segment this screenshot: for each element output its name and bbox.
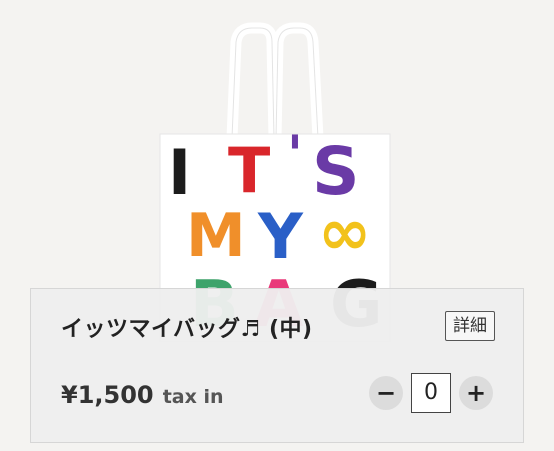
decrement-button[interactable]: − <box>369 376 403 410</box>
bag-handle-right <box>270 22 324 139</box>
letter-apostrophe: ' <box>287 125 303 185</box>
price-row: ¥1,500 tax in <box>61 381 224 409</box>
bag-handle-left <box>226 22 280 139</box>
increment-button[interactable]: + <box>459 376 493 410</box>
letter-M: M <box>186 201 246 271</box>
letter-T: T <box>228 134 270 207</box>
tax-label: tax in <box>162 386 224 408</box>
letter-I: I <box>168 136 191 209</box>
quantity-input[interactable]: 0 <box>411 373 451 413</box>
detail-button[interactable]: 詳細 <box>445 311 495 341</box>
letter-infinity: ∞ <box>318 196 371 270</box>
quantity-stepper: − 0 + <box>369 373 493 413</box>
price: ¥1,500 <box>61 381 154 409</box>
product-card: イッツマイバッグ♬ (中) 詳細 ¥1,500 tax in − 0 + <box>30 288 524 443</box>
product-name: イッツマイバッグ♬ (中) <box>61 317 313 342</box>
letter-Y: Y <box>257 200 304 273</box>
